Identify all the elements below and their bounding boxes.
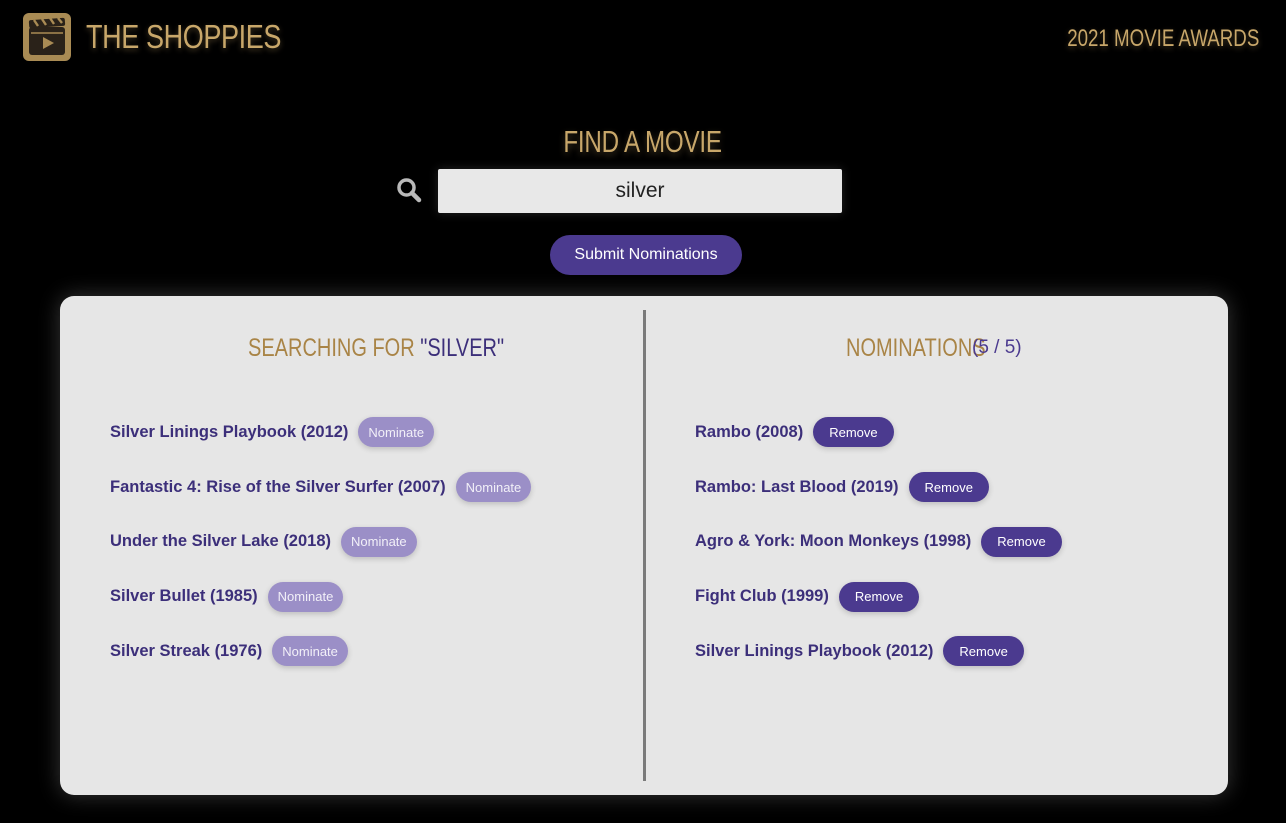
nominated-movie-title: Rambo (2008) [695,422,804,441]
movie-title: Silver Bullet (1985) [110,587,258,606]
results-panel: SEARCHING FOR "SILVER" Silver Linings Pl… [60,296,1228,795]
nominate-button[interactable]: Nominate [267,581,344,612]
nominated-movie-title: Agro & York: Moon Monkeys (1998) [695,532,972,551]
remove-button[interactable]: Remove [981,526,1062,557]
movie-title: Fantastic 4: Rise of the Silver Surfer (… [110,477,446,496]
list-item: Rambo: Last Blood (2019) Remove [695,460,1062,515]
remove-button[interactable]: Remove [838,581,920,612]
list-item: Silver Streak (1976) Nominate [110,624,531,679]
brand-title: THE SHOPPIES [86,18,282,55]
nominated-movie-title: Fight Club (1999) [695,587,829,606]
remove-button[interactable]: Remove [908,472,989,503]
list-item: Under the Silver Lake (2018) Nominate [110,515,531,570]
list-item: Agro & York: Moon Monkeys (1998) Remove [695,515,1062,570]
nominations-heading-text: NOMINATIONS [846,334,986,362]
find-movie-heading-text: FIND A MOVIE [563,124,723,159]
search-heading-query: "SILVER" [420,334,505,362]
movie-title: Under the Silver Lake (2018) [110,532,332,551]
nominations-count: (5 / 5) [972,337,1022,358]
movie-title: Silver Streak (1976) [110,641,263,660]
nominated-movie-title: Rambo: Last Blood (2019) [695,477,899,496]
top-bar: THE SHOPPIES 2021 MOVIE AWARDS [0,0,1286,80]
movie-title: Silver Linings Playbook (2012) [110,422,349,441]
search-results-list: Silver Linings Playbook (2012) Nominate … [110,405,532,679]
submit-nominations-button[interactable]: Submit Nominations [550,235,742,275]
remove-button[interactable]: Remove [943,636,1024,667]
nominate-button[interactable]: Nominate [455,472,532,503]
clapperboard-play-icon [23,13,71,61]
nominated-movie-title: Silver Linings Playbook (2012) [695,641,934,660]
nominations-list: Rambo (2008) Remove Rambo: Last Blood (2… [695,405,1062,679]
column-divider [643,310,646,781]
list-item: Silver Linings Playbook (2012) Nominate [110,405,531,460]
search-input[interactable] [438,169,842,213]
nominate-button[interactable]: Nominate [358,417,435,448]
list-item: Silver Linings Playbook (2012) Remove [695,624,1062,679]
find-movie-heading: FIND A MOVIE [0,124,1286,160]
search-icon[interactable] [396,177,422,203]
list-item: Rambo (2008) Remove [695,405,1062,460]
search-heading-prefix: SEARCHING FOR [248,334,421,362]
search-results-heading: SEARCHING FOR "SILVER" [248,334,568,363]
nominate-button[interactable]: Nominate [272,636,348,667]
search-results-heading-text: SEARCHING FOR "SILVER" [248,334,504,363]
nominate-button[interactable]: Nominate [341,526,417,557]
list-item: Silver Bullet (1985) Nominate [110,569,531,624]
awards-subtitle: 2021 MOVIE AWARDS [1066,25,1259,52]
list-item: Fight Club (1999) Remove [695,569,1062,624]
list-item: Fantastic 4: Rise of the Silver Surfer (… [110,460,532,515]
remove-button[interactable]: Remove [813,417,894,448]
